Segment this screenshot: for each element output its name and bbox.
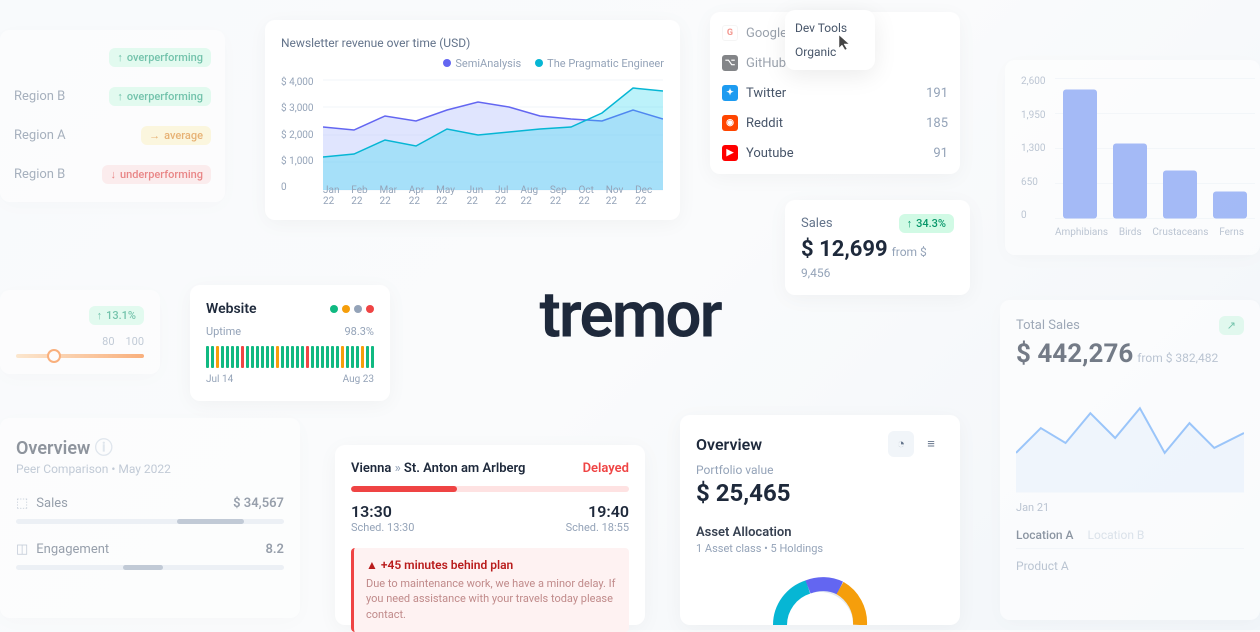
slider-card: 13.1% 80 100 <box>0 290 160 374</box>
brand-logo: tremor <box>539 278 720 353</box>
source-item-reddit[interactable]: ◉Reddit185 <box>710 108 960 138</box>
status-badge: overperforming <box>109 87 211 106</box>
sales-icon: ⬚ <box>16 496 28 511</box>
status-dot-icon <box>354 305 362 313</box>
arrow-down-icon <box>110 168 116 181</box>
delta-badge: 34.3% <box>899 214 954 233</box>
list-view-button[interactable]: ≡ <box>918 431 944 457</box>
delta-badge: 13.1% <box>89 306 144 325</box>
portfolio-card: Overview ◔ ≡ Portfolio value $ 25,465 As… <box>680 415 960 625</box>
total-sales-card: Total Sales↗ $ 442,276 from $ 382,482 Ja… <box>1000 300 1260 620</box>
performance-card: overperforming Region Boverperforming Re… <box>0 30 225 202</box>
delta-badge: ↗ <box>1219 316 1244 335</box>
info-icon: ⓘ <box>95 438 113 459</box>
status-dot-icon <box>342 305 350 313</box>
chart-title: Newsletter revenue over time (USD) <box>281 36 664 50</box>
warning-icon: ▲ <box>366 558 378 572</box>
arrow-up-icon <box>117 90 123 103</box>
species-bar-card: 2,6001,9501,3006500 AmphibiansBirdsCrust… <box>1005 60 1260 255</box>
status-badge: average <box>141 126 211 145</box>
arrow-up-icon <box>97 309 103 322</box>
status-badge: underperforming <box>102 165 211 184</box>
tab-location-b[interactable]: Location B <box>1088 528 1145 542</box>
sources-dropdown[interactable]: Dev Tools Organic <box>785 10 875 70</box>
sales-kpi-card: Sales34.3% $ 12,699 from $ 9,456 <box>785 200 970 295</box>
tab-location-a[interactable]: Location A <box>1016 528 1074 542</box>
cursor-icon <box>838 34 852 52</box>
website-card: Website Uptime98.3% Jul 14Aug 23 <box>190 285 390 401</box>
travel-card: Vienna » St. Anton am ArlbergDelayed 13:… <box>335 445 645 625</box>
arrow-up-icon <box>907 217 913 230</box>
reddit-icon: ◉ <box>722 115 738 131</box>
newsletter-chart-card: Newsletter revenue over time (USD) SemiA… <box>265 20 680 220</box>
github-icon: ⌥ <box>722 55 738 71</box>
google-icon: G <box>722 25 738 41</box>
alert-banner: ▲ +45 minutes behind plan Due to mainten… <box>351 548 629 632</box>
status-dot-icon <box>330 305 338 313</box>
line-chart <box>1016 383 1244 493</box>
status-delayed: Delayed <box>583 461 629 476</box>
twitter-icon: ✦ <box>722 85 738 101</box>
source-item-youtube[interactable]: ▶Youtube91 <box>710 138 960 168</box>
chart-view-button[interactable]: ◔ <box>888 431 914 457</box>
status-badge: overperforming <box>109 48 211 67</box>
arrow-up-icon <box>117 51 123 64</box>
slider[interactable] <box>16 354 144 358</box>
status-dot-icon <box>366 305 374 313</box>
engagement-icon: ◫ <box>16 542 28 557</box>
arrow-right-icon <box>149 129 160 142</box>
donut-chart <box>760 565 880 625</box>
dropdown-option[interactable]: Organic <box>785 40 875 64</box>
overview-peer-card: Overview ⓘ Peer Comparison • May 2022 ⬚S… <box>0 418 300 618</box>
progress-bar <box>351 486 629 492</box>
youtube-icon: ▶ <box>722 145 738 161</box>
area-chart <box>323 77 663 193</box>
dropdown-option[interactable]: Dev Tools <box>785 16 875 40</box>
uptime-sparkbar <box>206 344 374 368</box>
bar-chart <box>1055 76 1255 221</box>
source-item-twitter[interactable]: ✦Twitter191 <box>710 78 960 108</box>
